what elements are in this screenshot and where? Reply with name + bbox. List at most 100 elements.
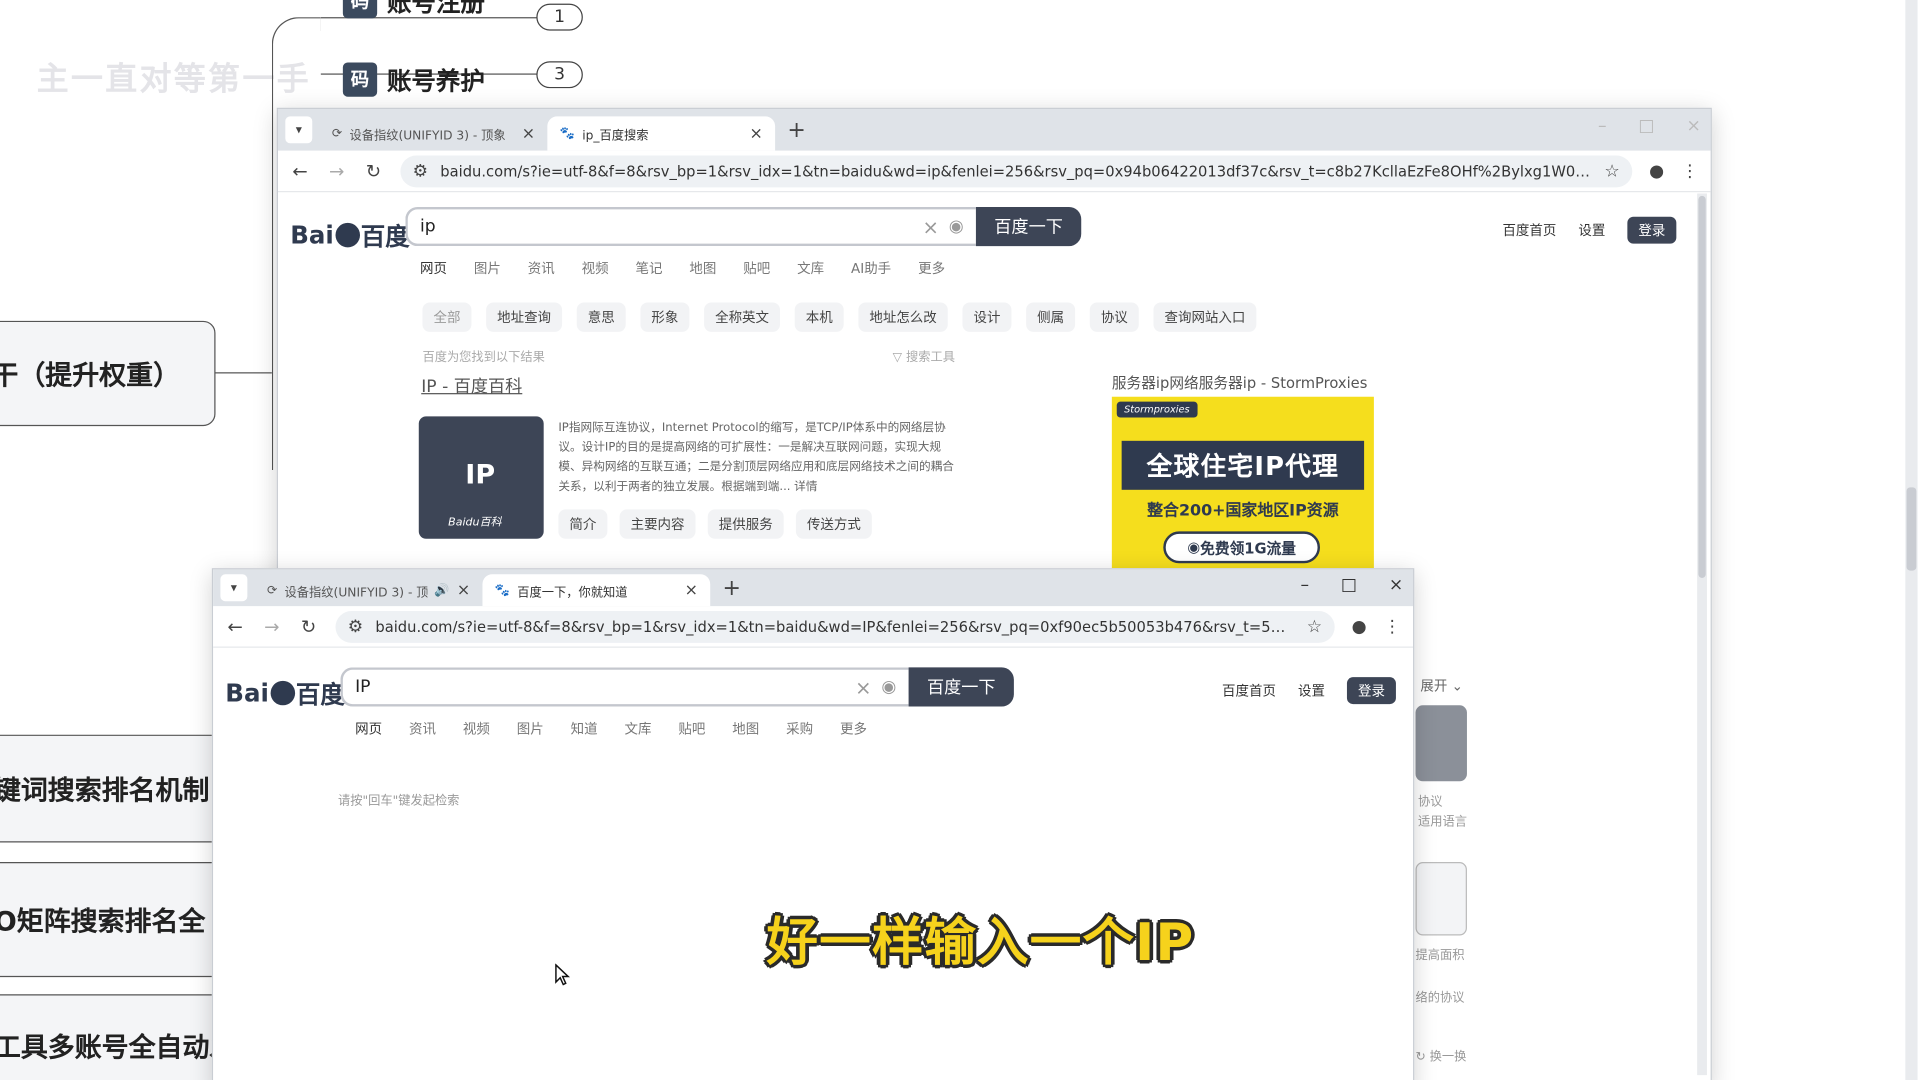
bookmark-star-icon[interactable]: ☆: [1604, 161, 1619, 181]
baidu-logo[interactable]: Bai 百度: [225, 675, 345, 711]
new-tab-icon[interactable]: +: [787, 118, 805, 144]
tab-map[interactable]: 地图: [732, 719, 759, 739]
tab-tieba[interactable]: 贴吧: [743, 258, 770, 278]
result-title-link[interactable]: IP - 百度百科: [421, 373, 522, 397]
count-badge[interactable]: 1: [536, 3, 583, 31]
tab-ai[interactable]: AI助手: [851, 258, 891, 278]
menu-kebab-icon[interactable]: ⋮: [1681, 161, 1698, 181]
mindmap-node-account-register[interactable]: 码 账号注册: [342, 0, 485, 18]
tab-close-icon[interactable]: ×: [457, 581, 470, 599]
profile-icon[interactable]: ●: [1649, 161, 1664, 181]
minimize-icon[interactable]: –: [1300, 576, 1309, 596]
audio-icon[interactable]: 🔊: [434, 583, 449, 596]
search-input[interactable]: IP × ◉: [340, 667, 909, 707]
expand-link[interactable]: 展开 ⌄: [1420, 676, 1463, 696]
browser-tab[interactable]: ⟳ 设备指纹(UNIFYID 3) - 顶象 🔊 ×: [255, 574, 483, 606]
tab-more[interactable]: 更多: [918, 258, 945, 278]
side-thumbnail[interactable]: [1415, 862, 1467, 936]
tab-web[interactable]: 网页: [420, 258, 447, 278]
forward-icon[interactable]: →: [327, 160, 347, 182]
settings-link[interactable]: 设置: [1298, 681, 1325, 701]
tab-images[interactable]: 图片: [474, 258, 501, 278]
filter-chip[interactable]: 设计: [962, 302, 1012, 332]
mindmap-node-account-maintain[interactable]: 码 账号养护: [342, 61, 485, 97]
ad-cta-button[interactable]: ◉ 免费领1G流量: [1163, 531, 1321, 564]
forward-icon[interactable]: →: [262, 615, 282, 637]
home-link[interactable]: 百度首页: [1502, 220, 1556, 240]
baike-chip[interactable]: 简介: [558, 509, 608, 539]
back-icon[interactable]: ←: [225, 615, 245, 637]
bookmark-star-icon[interactable]: ☆: [1307, 617, 1322, 637]
tab-news[interactable]: 资讯: [528, 258, 555, 278]
tab-wenku[interactable]: 文库: [797, 258, 824, 278]
tab-more[interactable]: 更多: [840, 719, 867, 739]
tab-notes[interactable]: 笔记: [636, 258, 663, 278]
tab-video[interactable]: 视频: [463, 719, 490, 739]
close-window-icon[interactable]: ×: [1389, 576, 1403, 596]
search-input[interactable]: ip × ◉: [405, 206, 976, 247]
tab-close-icon[interactable]: ×: [522, 124, 535, 142]
ad-title-link[interactable]: 服务器ip网络服务器ip - StormProxies: [1112, 372, 1368, 393]
browser-tab[interactable]: ⟳ 设备指纹(UNIFYID 3) - 顶象 ×: [320, 116, 548, 150]
tab-map[interactable]: 地图: [689, 258, 716, 278]
tab-web[interactable]: 网页: [355, 719, 382, 739]
tab-video[interactable]: 视频: [582, 258, 609, 278]
maximize-icon[interactable]: □: [1638, 116, 1654, 136]
filter-chip[interactable]: 全部: [422, 302, 472, 332]
reload-icon[interactable]: ↻: [299, 615, 319, 637]
tab-search-icon[interactable]: ▾: [220, 574, 248, 602]
filter-chip[interactable]: 全称英文: [704, 302, 781, 332]
mindmap-node[interactable]: O矩阵搜索排名全: [0, 862, 231, 978]
filter-chip[interactable]: 本机: [794, 302, 844, 332]
home-link[interactable]: 百度首页: [1222, 681, 1276, 701]
address-bar[interactable]: ⚙ baidu.com/s?ie=utf-8&f=8&rsv_bp=1&rsv_…: [335, 610, 1335, 643]
tab-search-icon[interactable]: ▾: [285, 116, 313, 144]
clear-icon[interactable]: ×: [855, 675, 871, 698]
search-tools-link[interactable]: ▽ 搜索工具: [893, 347, 955, 364]
camera-icon[interactable]: ◉: [881, 677, 896, 697]
back-window-scroll-thumb[interactable]: [1698, 195, 1706, 578]
reload-icon[interactable]: ↻: [364, 160, 384, 182]
tab-news[interactable]: 资讯: [409, 719, 436, 739]
profile-icon[interactable]: ●: [1352, 617, 1367, 637]
search-button[interactable]: 百度一下: [908, 667, 1014, 707]
new-tab-icon[interactable]: +: [722, 576, 740, 602]
clear-icon[interactable]: ×: [923, 215, 939, 238]
menu-kebab-icon[interactable]: ⋮: [1384, 617, 1401, 637]
filter-chip[interactable]: 协议: [1089, 302, 1139, 332]
browser-tab-active[interactable]: 🐾 ip_百度搜索 ×: [547, 116, 776, 151]
site-info-icon[interactable]: ⚙: [413, 161, 428, 181]
ad-banner[interactable]: Stormproxies 全球住宅IP代理 整合200+国家地区IP资源 ◉ 免…: [1111, 396, 1374, 569]
login-button[interactable]: 登录: [1346, 677, 1396, 705]
settings-link[interactable]: 设置: [1578, 220, 1605, 240]
filter-chip[interactable]: 形象: [640, 302, 690, 332]
filter-chip[interactable]: 侧属: [1026, 302, 1076, 332]
site-info-icon[interactable]: ⚙: [348, 617, 363, 637]
side-thumbnail[interactable]: [1415, 705, 1467, 782]
filter-chip[interactable]: 查询网站入口: [1153, 302, 1257, 332]
baike-chip[interactable]: 提供服务: [707, 509, 784, 539]
page-scroll-thumb[interactable]: [1906, 487, 1917, 571]
baike-thumbnail[interactable]: IP Baidu百科: [418, 416, 544, 539]
browser-tab-active[interactable]: 🐾 百度一下，你就知道 ×: [482, 574, 711, 607]
minimize-icon[interactable]: –: [1598, 116, 1607, 136]
count-badge[interactable]: 3: [536, 61, 583, 89]
mindmap-node[interactable]: 键词搜索排名机制: [0, 734, 231, 843]
login-button[interactable]: 登录: [1627, 216, 1677, 244]
tab-wenku[interactable]: 文库: [624, 719, 651, 739]
filter-chip[interactable]: 地址怎么改: [858, 302, 948, 332]
refresh-link[interactable]: ↻ 换一换: [1416, 1046, 1467, 1064]
baidu-logo[interactable]: Bai 百度: [290, 217, 410, 253]
search-button[interactable]: 百度一下: [975, 206, 1082, 247]
filter-chip[interactable]: 地址查询: [486, 302, 563, 332]
back-icon[interactable]: ←: [290, 160, 310, 182]
tab-close-icon[interactable]: ×: [685, 581, 698, 599]
tab-zhidao[interactable]: 知道: [571, 719, 598, 739]
baike-chip[interactable]: 主要内容: [619, 509, 696, 539]
mindmap-node[interactable]: 工具多账号全自动发布: [0, 994, 231, 1080]
tab-close-icon[interactable]: ×: [750, 124, 763, 142]
filter-chip[interactable]: 意思: [576, 302, 626, 332]
camera-icon[interactable]: ◉: [949, 217, 964, 237]
tab-tieba[interactable]: 贴吧: [678, 719, 705, 739]
tab-images[interactable]: 图片: [517, 719, 544, 739]
